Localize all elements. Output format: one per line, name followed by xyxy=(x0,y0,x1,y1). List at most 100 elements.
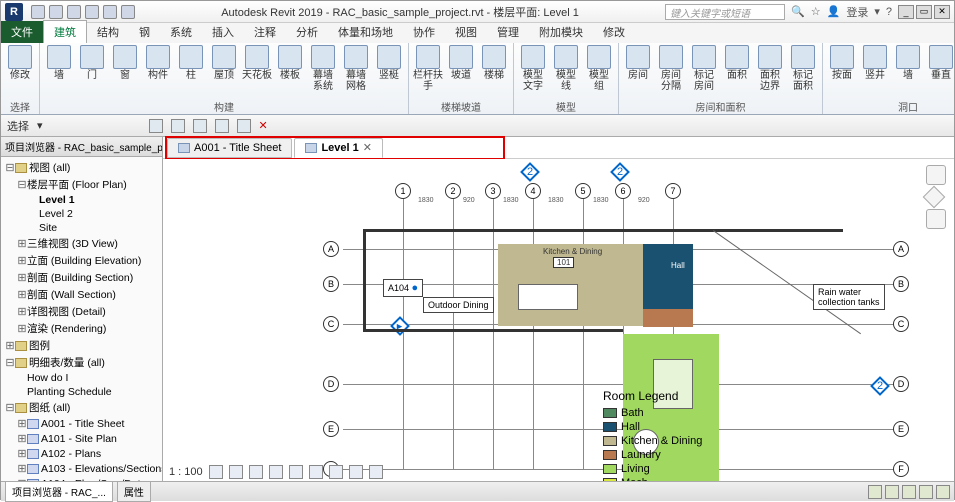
ribbon-button[interactable]: 模型 线 xyxy=(551,45,581,92)
ribbon-button[interactable]: 标记 面积 xyxy=(788,45,818,92)
lock-icon[interactable] xyxy=(329,465,343,479)
ribbon-button[interactable]: 窗 xyxy=(110,45,140,81)
visual-style-icon[interactable] xyxy=(229,465,243,479)
ribbon-button[interactable]: 楼板 xyxy=(275,45,305,81)
ribbon-button[interactable]: 修改 xyxy=(5,45,35,81)
tree-node[interactable]: ⊞图例 xyxy=(1,337,162,354)
reveal-icon[interactable] xyxy=(369,465,383,479)
status-icon[interactable] xyxy=(868,485,882,499)
tree-node[interactable]: Level 1 xyxy=(1,193,162,207)
close-tab-icon[interactable]: ✕ xyxy=(363,141,372,154)
ribbon-tab[interactable]: 建筑 xyxy=(43,20,87,43)
tree-node[interactable]: How do I xyxy=(1,371,162,385)
opt-icon[interactable] xyxy=(171,119,185,133)
options-dropdown-icon[interactable]: ▾ xyxy=(37,119,43,132)
section-tag[interactable]: 2 xyxy=(870,376,890,396)
ribbon-button[interactable]: 面积 边界 xyxy=(755,45,785,92)
ribbon-tab[interactable]: 插入 xyxy=(202,21,244,43)
crop-region-icon[interactable] xyxy=(309,465,323,479)
tree-node[interactable]: Site xyxy=(1,221,162,235)
infocenter-icon[interactable]: 🔍 xyxy=(791,5,805,18)
opt-icon[interactable] xyxy=(149,119,163,133)
ribbon-button[interactable]: 幕墙 网格 xyxy=(341,45,371,92)
elevation-tag[interactable]: ▸ xyxy=(390,316,410,336)
help-icon[interactable]: ? xyxy=(886,6,892,18)
qat-print-icon[interactable] xyxy=(103,5,117,19)
tree-node[interactable]: ⊞剖面 (Building Section) xyxy=(1,269,162,286)
favorite-icon[interactable]: ☆ xyxy=(811,5,821,18)
ribbon-button[interactable]: 柱 xyxy=(176,45,206,81)
tree-node[interactable]: ⊟视图 (all) xyxy=(1,159,162,176)
tree-node[interactable]: Level 2 xyxy=(1,207,162,221)
ribbon-button[interactable]: 构件 xyxy=(143,45,173,81)
view-tab-active[interactable]: Level 1 ✕ xyxy=(294,138,383,158)
ribbon-button[interactable]: 门 xyxy=(77,45,107,81)
qat-undo-icon[interactable] xyxy=(67,5,81,19)
status-tab[interactable]: 项目浏览器 - RAC_... xyxy=(5,481,113,502)
tree-node[interactable]: ⊞剖面 (Wall Section) xyxy=(1,286,162,303)
ribbon-tab[interactable]: 管理 xyxy=(487,21,529,43)
tree-node[interactable]: ⊞立面 (Building Elevation) xyxy=(1,252,162,269)
ribbon-button[interactable]: 楼梯 xyxy=(479,45,509,81)
status-icon[interactable] xyxy=(902,485,916,499)
opt-close-icon[interactable]: ✕ xyxy=(259,119,268,132)
ribbon-button[interactable]: 栏杆扶手 xyxy=(413,45,443,92)
qat-redo-icon[interactable] xyxy=(85,5,99,19)
detail-level-icon[interactable] xyxy=(209,465,223,479)
ribbon-button[interactable]: 竖井 xyxy=(860,45,890,81)
shadows-icon[interactable] xyxy=(269,465,283,479)
browser-tree[interactable]: ⊟视图 (all)⊟楼层平面 (Floor Plan)Level 1Level … xyxy=(1,157,162,481)
home-icon[interactable] xyxy=(926,165,946,185)
temp-hide-icon[interactable] xyxy=(349,465,363,479)
status-icon[interactable] xyxy=(919,485,933,499)
tree-node[interactable]: ⊞三维视图 (3D View) xyxy=(1,235,162,252)
tree-node[interactable]: ⊞详图视图 (Detail) xyxy=(1,303,162,320)
ribbon-tab[interactable]: 协作 xyxy=(403,21,445,43)
ribbon-tab[interactable]: 钢 xyxy=(129,21,160,43)
scale-label[interactable]: 1 : 100 xyxy=(169,466,203,478)
ribbon-button[interactable]: 垂直 xyxy=(926,45,954,81)
ribbon-tab[interactable]: 体量和场地 xyxy=(328,21,403,43)
tree-node[interactable]: ⊞A001 - Title Sheet xyxy=(1,416,162,431)
qat-open-icon[interactable] xyxy=(31,5,45,19)
ribbon-button[interactable]: 屋顶 xyxy=(209,45,239,81)
ribbon-button[interactable]: 标记 房间 xyxy=(689,45,719,92)
tree-node[interactable]: ⊞A101 - Site Plan xyxy=(1,431,162,446)
ribbon-tab[interactable]: 注释 xyxy=(244,21,286,43)
ribbon-button[interactable]: 坡道 xyxy=(446,45,476,81)
ribbon-button[interactable]: 竖梃 xyxy=(374,45,404,81)
filter-icon[interactable] xyxy=(936,485,950,499)
ribbon-tab[interactable]: 分析 xyxy=(286,21,328,43)
maximize-button[interactable]: ▭ xyxy=(916,5,932,19)
section-tag[interactable]: 2 xyxy=(610,162,630,182)
tree-node[interactable]: ⊞渲染 (Rendering) xyxy=(1,320,162,337)
ribbon-tab[interactable]: 系统 xyxy=(160,21,202,43)
ribbon-button[interactable]: 房间 xyxy=(623,45,653,81)
ribbon-tab[interactable]: 修改 xyxy=(593,21,635,43)
crop-icon[interactable] xyxy=(289,465,303,479)
tree-node[interactable]: Planting Schedule xyxy=(1,385,162,399)
tree-node[interactable]: ⊟图纸 (all) xyxy=(1,399,162,416)
tree-node[interactable]: ⊟楼层平面 (Floor Plan) xyxy=(1,176,162,193)
qat-save-icon[interactable] xyxy=(49,5,63,19)
ribbon-button[interactable]: 墙 xyxy=(44,45,74,81)
ribbon-button[interactable]: 模型 组 xyxy=(584,45,614,92)
section-tag[interactable]: 2 xyxy=(520,162,540,182)
drawing-canvas[interactable]: 1234567AABBCCDDEEFF222▸Kitchen & Dining1… xyxy=(163,159,954,481)
status-icon[interactable] xyxy=(885,485,899,499)
tree-node[interactable]: ⊞A103 - Elevations/Sections xyxy=(1,461,162,476)
qat-measure-icon[interactable] xyxy=(121,5,135,19)
tree-node[interactable]: ⊟明细表/数量 (all) xyxy=(1,354,162,371)
ribbon-button[interactable]: 幕墙 系统 xyxy=(308,45,338,92)
ribbon-button[interactable]: 按面 xyxy=(827,45,857,81)
sun-path-icon[interactable] xyxy=(249,465,263,479)
exchange-icon[interactable]: ▾ xyxy=(874,5,880,18)
opt-icon[interactable] xyxy=(193,119,207,133)
user-icon[interactable]: 👤 xyxy=(827,5,841,18)
ribbon-button[interactable]: 模型 文字 xyxy=(518,45,548,92)
ribbon-button[interactable]: 天花板 xyxy=(242,45,272,81)
ribbon-tab[interactable]: 结构 xyxy=(87,21,129,43)
tree-node[interactable]: ⊞A102 - Plans xyxy=(1,446,162,461)
ribbon-button[interactable]: 面积 xyxy=(722,45,752,81)
opt-icon[interactable] xyxy=(237,119,251,133)
